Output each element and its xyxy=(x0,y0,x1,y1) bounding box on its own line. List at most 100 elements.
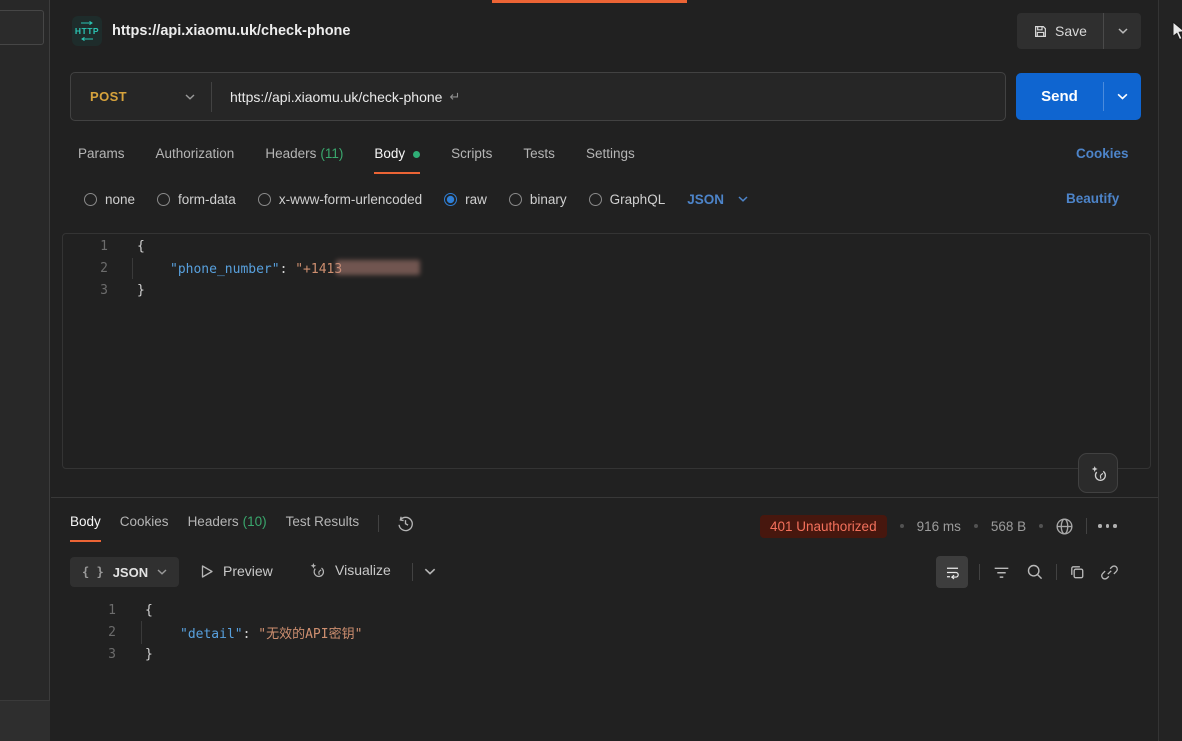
response-headers-count: (10) xyxy=(243,513,267,531)
divider xyxy=(1056,564,1057,580)
response-status-row: 401 Unauthorized 916 ms 568 B xyxy=(760,513,1117,539)
search-button[interactable] xyxy=(1025,562,1045,582)
method-label: POST xyxy=(90,89,127,104)
response-format-dropdown[interactable]: { } JSON xyxy=(70,557,179,587)
response-toolbar-icons xyxy=(936,556,1119,588)
mode-graphql[interactable]: GraphQL xyxy=(589,192,666,207)
active-tab-indicator xyxy=(492,0,687,3)
radio-icon[interactable] xyxy=(157,193,170,206)
radio-icon[interactable] xyxy=(258,193,271,206)
send-options-button[interactable] xyxy=(1104,73,1141,120)
floppy-save-icon xyxy=(1033,24,1048,39)
preview-button[interactable]: Preview xyxy=(200,563,273,579)
mode-none[interactable]: none xyxy=(84,192,135,207)
tab-authorization[interactable]: Authorization xyxy=(156,145,235,172)
redacted-phone-blur xyxy=(336,260,420,275)
network-info-button[interactable] xyxy=(1054,516,1075,537)
beautify-link[interactable]: Beautify xyxy=(1066,191,1119,206)
line-number: 3 xyxy=(62,283,108,298)
radio-icon[interactable] xyxy=(509,193,522,206)
history-clock-icon xyxy=(396,514,415,533)
mode-raw[interactable]: raw xyxy=(444,192,487,207)
radio-icon[interactable] xyxy=(589,193,602,206)
json-string-value: "+1413 xyxy=(295,262,342,277)
globe-icon xyxy=(1054,516,1075,537)
filter-button[interactable] xyxy=(991,562,1012,583)
response-tab-cookies[interactable]: Cookies xyxy=(120,513,169,540)
chevron-down-icon xyxy=(1117,93,1128,100)
tab-settings[interactable]: Settings xyxy=(586,145,635,172)
more-options-button[interactable] xyxy=(1098,524,1117,528)
http-arrow-right-icon xyxy=(80,21,94,25)
api-client-window: HTTP https://api.xiaomu.uk/check-phone S… xyxy=(0,0,1182,741)
tab-tests[interactable]: Tests xyxy=(523,145,555,172)
url-bar: POST https://api.xiaomu.uk/check-phone ↵ xyxy=(70,72,1006,121)
wrap-text-button[interactable] xyxy=(936,556,968,588)
visualize-button[interactable]: Visualize xyxy=(308,561,391,579)
copy-button[interactable] xyxy=(1068,563,1087,582)
save-split-button[interactable]: Save xyxy=(1017,13,1141,49)
request-body-editor[interactable]: 1 { 2 "phone_number": "+1413 3 } xyxy=(62,235,420,302)
url-input[interactable]: https://api.xiaomu.uk/check-phone xyxy=(212,89,442,105)
mode-x-www-form-urlencoded[interactable]: x-www-form-urlencoded xyxy=(258,192,422,207)
response-history-button[interactable] xyxy=(396,514,415,533)
mode-form-data[interactable]: form-data xyxy=(157,192,236,207)
response-tab-headers[interactable]: Headers(10) xyxy=(188,513,267,540)
radio-selected-icon[interactable] xyxy=(444,193,457,206)
save-label: Save xyxy=(1055,23,1087,39)
save-options-button[interactable] xyxy=(1104,13,1141,49)
sidebar-bottom-strip xyxy=(0,700,50,741)
response-format-label: JSON xyxy=(113,565,148,580)
raw-format-dropdown[interactable]: JSON xyxy=(687,192,748,207)
code-line-3: 3 } xyxy=(62,280,420,302)
line-number: 1 xyxy=(70,603,116,618)
divider xyxy=(378,515,379,532)
search-icon xyxy=(1025,562,1045,582)
tab-body[interactable]: Body xyxy=(374,145,420,174)
sidebar-collapsed-tab[interactable] xyxy=(0,10,44,45)
response-size[interactable]: 568 B xyxy=(991,519,1026,534)
code-text: } xyxy=(145,647,153,662)
code-line-1: 1 { xyxy=(62,235,420,257)
tab-headers[interactable]: Headers(11) xyxy=(265,145,343,172)
body-mode-row: none form-data x-www-form-urlencoded raw… xyxy=(84,189,748,209)
body-has-content-dot xyxy=(413,151,420,158)
panel-divider[interactable] xyxy=(51,497,1158,498)
save-button[interactable]: Save xyxy=(1017,13,1103,49)
link-button[interactable] xyxy=(1100,563,1119,582)
cookies-link[interactable]: Cookies xyxy=(1076,146,1129,161)
status-badge[interactable]: 401 Unauthorized xyxy=(760,515,887,538)
visualize-label: Visualize xyxy=(335,562,391,578)
postbot-button[interactable] xyxy=(1078,453,1118,493)
line-number: 1 xyxy=(62,239,108,254)
code-text: { xyxy=(145,603,153,618)
radio-icon[interactable] xyxy=(84,193,97,206)
chevron-down-icon[interactable] xyxy=(424,568,436,575)
dot-separator xyxy=(974,524,978,528)
code-line-2: 2 "phone_number": "+1413 xyxy=(62,257,420,279)
wrap-text-icon xyxy=(944,564,961,581)
chevron-down-icon xyxy=(185,94,195,100)
response-tab-test-results[interactable]: Test Results xyxy=(286,513,360,540)
link-chain-icon xyxy=(1100,563,1119,582)
send-split-button[interactable]: Send xyxy=(1016,73,1141,120)
line-number: 2 xyxy=(70,625,116,640)
filter-lines-icon xyxy=(991,562,1012,583)
tab-scripts[interactable]: Scripts xyxy=(451,145,492,172)
response-time[interactable]: 916 ms xyxy=(917,519,961,534)
http-arrow-left-icon xyxy=(80,37,94,41)
mode-binary[interactable]: binary xyxy=(509,192,567,207)
response-tabs: Body Cookies Headers(10) Test Results xyxy=(70,513,415,542)
response-tab-body[interactable]: Body xyxy=(70,513,101,542)
code-line-3: 3 } xyxy=(70,644,362,666)
send-button[interactable]: Send xyxy=(1016,73,1103,120)
tab-params[interactable]: Params xyxy=(78,145,125,172)
method-selector[interactable]: POST xyxy=(71,89,211,104)
chevron-down-icon xyxy=(157,569,167,575)
copy-icon xyxy=(1068,563,1087,582)
code-text: } xyxy=(137,283,145,298)
play-icon xyxy=(200,564,214,579)
code-line-2: 2 "detail": "无效的API密钥" xyxy=(70,621,362,643)
code-text: { xyxy=(137,239,145,254)
response-body-editor[interactable]: 1 { 2 "detail": "无效的API密钥" 3 } xyxy=(70,599,362,666)
